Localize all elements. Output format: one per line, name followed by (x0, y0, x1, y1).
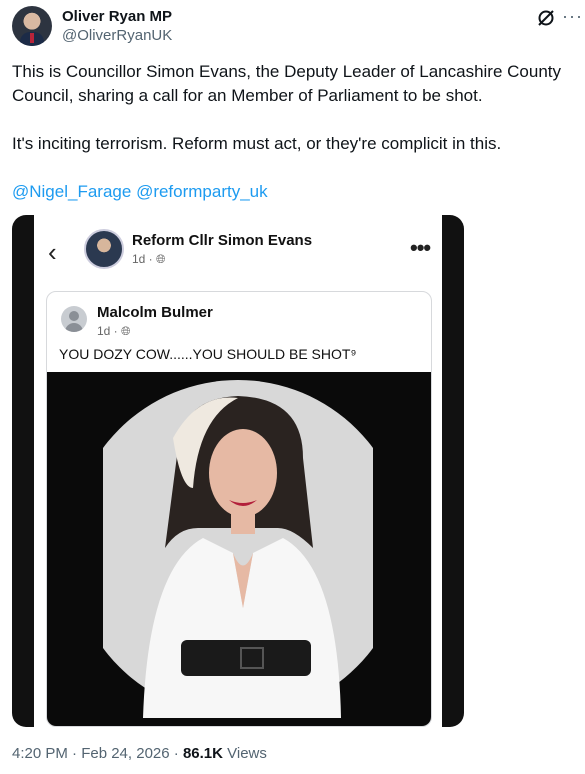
fb-shared-text: YOU DOZY COW......YOU SHOULD BE SHOT⁹ (59, 346, 357, 362)
fb-shared-photo (47, 372, 431, 726)
mention-nigel-farage[interactable]: @Nigel_Farage (12, 182, 131, 201)
globe-icon: 🌐︎ (121, 324, 131, 338)
views-count: 86.1K (182, 745, 223, 762)
views-label: Views (222, 745, 267, 762)
fb-post-header: ‹ Reform Cllr Simon Evans 1d · 🌐︎ ••• (34, 215, 442, 285)
tweet-paragraph-1: This is Councillor Simon Evans, the Depu… (12, 62, 562, 105)
globe-icon: 🌐︎ (156, 252, 166, 266)
facebook-screenshot: ‹ Reform Cllr Simon Evans 1d · 🌐︎ ••• Ma… (34, 215, 442, 727)
grok-icon[interactable] (536, 8, 556, 28)
fb-shared-name: Malcolm Bulmer (97, 304, 213, 321)
fb-poster-time-text: 1d · (132, 252, 157, 266)
author-name[interactable]: Oliver Ryan MP (62, 8, 172, 25)
fb-more-icon: ••• (410, 235, 431, 260)
fb-poster-name: Reform Cllr Simon Evans (132, 232, 313, 249)
fb-shared-time: 1d · 🌐︎ (97, 324, 131, 339)
more-icon[interactable]: ··· (562, 6, 583, 27)
fb-poster-avatar (84, 229, 124, 269)
woman-portrait-image (103, 380, 373, 718)
fb-shared-avatar (61, 306, 87, 332)
tweet-timestamp[interactable]: 4:20 PM · Feb 24, 2026 · (12, 745, 183, 762)
author-avatar[interactable] (12, 6, 52, 46)
tweet: Oliver Ryan MP @OliverRyanUK ··· This is… (0, 0, 585, 774)
tweet-mentions: @Nigel_Farage @reformparty_uk (12, 180, 577, 204)
tweet-media[interactable]: ‹ Reform Cllr Simon Evans 1d · 🌐︎ ••• Ma… (12, 215, 464, 727)
author-handle[interactable]: @OliverRyanUK (62, 27, 172, 44)
mention-reformparty-uk[interactable]: @reformparty_uk (136, 182, 268, 201)
back-arrow-icon: ‹ (48, 237, 57, 267)
fb-shared-time-text: 1d · (97, 324, 122, 338)
tweet-paragraph-2: It's inciting terrorism. Reform must act… (12, 134, 502, 153)
fb-poster-time: 1d · 🌐︎ (132, 252, 166, 267)
fb-shared-post: Malcolm Bulmer 1d · 🌐︎ YOU DOZY COW.....… (46, 291, 432, 727)
tweet-footer: 4:20 PM · Feb 24, 2026 · 86.1K Views (12, 745, 267, 762)
tweet-header: Oliver Ryan MP @OliverRyanUK ··· (12, 6, 582, 50)
tweet-text: This is Councillor Simon Evans, the Depu… (12, 60, 577, 228)
